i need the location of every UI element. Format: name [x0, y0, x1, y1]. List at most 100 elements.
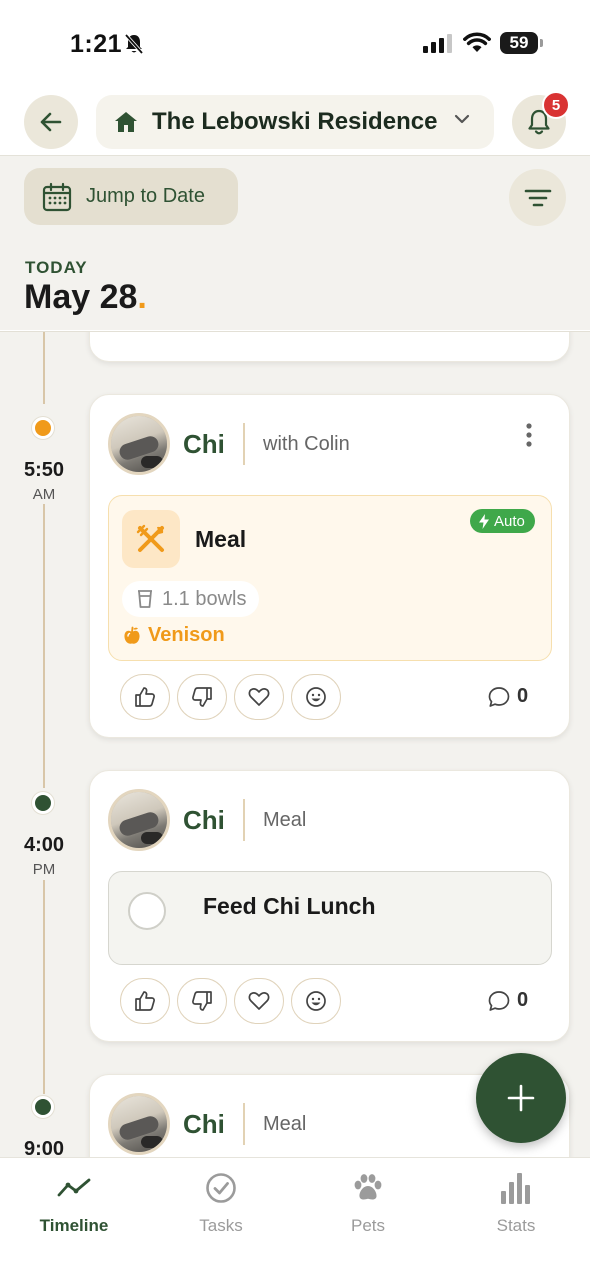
entry-subtitle: Meal [263, 809, 307, 831]
jump-to-date-label: Jump to Date [86, 185, 205, 207]
comment-bubble-icon [488, 990, 510, 1011]
lightning-icon [479, 513, 489, 529]
bar-chart-icon [501, 1173, 530, 1204]
filter-icon [524, 189, 551, 206]
filter-button[interactable] [509, 169, 566, 226]
task-box[interactable]: Feed Chi Lunch [108, 871, 552, 965]
timeline-line [43, 332, 45, 404]
timeline-line [43, 880, 45, 1094]
timeline-dot [32, 417, 54, 439]
cell-signal-icon [423, 34, 452, 53]
pet-name[interactable]: Chi [183, 1109, 225, 1140]
entry-ampm: AM [32, 486, 56, 503]
calendar-icon [42, 182, 72, 211]
thumbs-down-button[interactable] [177, 674, 227, 720]
fork-knife-icon [136, 524, 164, 552]
tab-label: Stats [496, 1216, 536, 1235]
pet-avatar[interactable] [108, 789, 170, 851]
tab-pets[interactable]: Pets [308, 1168, 428, 1236]
entry-subtitle: with Colin [263, 433, 350, 455]
wifi-icon [463, 32, 491, 52]
status-bar: 1:21 59 [0, 0, 590, 80]
tab-tasks[interactable]: Tasks [161, 1168, 281, 1236]
timeline-card-meal[interactable]: Chi with Colin Meal Auto 1.1 bowls Venis… [89, 394, 570, 738]
amount-pill: 1.1 bowls [122, 581, 259, 617]
task-title: Feed Chi Lunch [203, 893, 376, 919]
comments-button[interactable]: 0 [487, 989, 528, 1012]
tab-timeline[interactable]: Timeline [14, 1168, 134, 1236]
today-label: TODAY [25, 258, 88, 277]
tab-label: Pets [350, 1216, 386, 1235]
pet-avatar[interactable] [108, 1093, 170, 1155]
heart-icon [248, 688, 270, 706]
entry-ampm: PM [32, 861, 56, 878]
battery-level: 59 [509, 33, 529, 52]
timeline-feed[interactable]: 5:50 AM Chi with Colin Meal Auto 1.1 bow… [0, 331, 590, 1157]
apple-icon [124, 626, 140, 644]
battery-indicator: 59 [500, 32, 538, 54]
household-selector[interactable]: The Lebowski Residence [96, 95, 494, 149]
comment-bubble-icon [488, 686, 510, 707]
thumbs-up-button[interactable] [120, 674, 170, 720]
pet-name[interactable]: Chi [183, 805, 225, 836]
jump-to-date-button[interactable]: Jump to Date [24, 168, 238, 225]
tab-label: Timeline [39, 1216, 109, 1235]
current-date: May 28. [24, 278, 147, 317]
pet-name[interactable]: Chi [183, 429, 225, 460]
meal-icon-container [122, 510, 180, 568]
comment-count: 0 [517, 989, 529, 1011]
home-icon [115, 112, 137, 132]
task-checkbox[interactable] [128, 892, 166, 930]
tab-stats[interactable]: Stats [456, 1168, 576, 1236]
check-circle-icon [206, 1173, 236, 1203]
emoji-reaction-button[interactable] [291, 978, 341, 1024]
entry-time: 9:00 [23, 1138, 65, 1157]
header-divider [243, 799, 245, 841]
more-options-icon[interactable] [523, 422, 535, 450]
auto-badge-label: Auto [494, 512, 525, 530]
entry-subtitle: Meal [263, 1113, 307, 1135]
heart-button[interactable] [234, 978, 284, 1024]
tab-label: Tasks [199, 1216, 243, 1235]
arrow-left-icon [40, 112, 62, 132]
timeline-dot [32, 792, 54, 814]
smiley-icon [306, 687, 326, 707]
timeline-card-task[interactable]: Chi Meal Feed Chi Lunch 0 [89, 770, 570, 1042]
auto-badge: Auto [470, 509, 535, 533]
heart-icon [248, 992, 270, 1010]
emoji-reaction-button[interactable] [291, 674, 341, 720]
bottom-tab-bar: Timeline Tasks Pets Stats [0, 1157, 590, 1280]
entry-time: 4:00 [23, 834, 65, 856]
thumbs-up-icon [135, 687, 155, 707]
comment-count: 0 [517, 685, 529, 707]
add-entry-button[interactable] [476, 1053, 566, 1143]
thumbs-up-button[interactable] [120, 978, 170, 1024]
header: The Lebowski Residence 5 Jump to Date TO… [0, 80, 590, 330]
back-button[interactable] [24, 95, 78, 149]
entry-time: 5:50 [23, 459, 65, 481]
food-type: Venison [123, 624, 225, 647]
smiley-icon [306, 991, 326, 1011]
comments-button[interactable]: 0 [487, 685, 528, 708]
amount-text: 1.1 bowls [162, 587, 247, 610]
timeline-icon [57, 1178, 91, 1197]
activity-title: Meal [195, 526, 247, 552]
notification-count-badge: 5 [542, 91, 570, 119]
heart-button[interactable] [234, 674, 284, 720]
header-divider [243, 1103, 245, 1145]
pet-avatar[interactable] [108, 413, 170, 475]
timeline-card-previous[interactable] [89, 332, 570, 362]
food-name: Venison [148, 624, 225, 646]
status-time: 1:21 [70, 30, 123, 58]
chevron-down-icon [454, 114, 470, 124]
meal-activity-box[interactable]: Meal Auto 1.1 bowls Venison [108, 495, 552, 661]
thumbs-down-button[interactable] [177, 978, 227, 1024]
bell-off-icon [124, 33, 144, 55]
current-date-text: May 28 [24, 278, 138, 316]
thumbs-up-icon [135, 991, 155, 1011]
bowl-cup-icon [138, 590, 152, 608]
plus-icon [507, 1084, 535, 1112]
timeline-dot [32, 1096, 54, 1118]
date-accent-dot: . [137, 278, 147, 316]
timeline-line [43, 504, 45, 788]
